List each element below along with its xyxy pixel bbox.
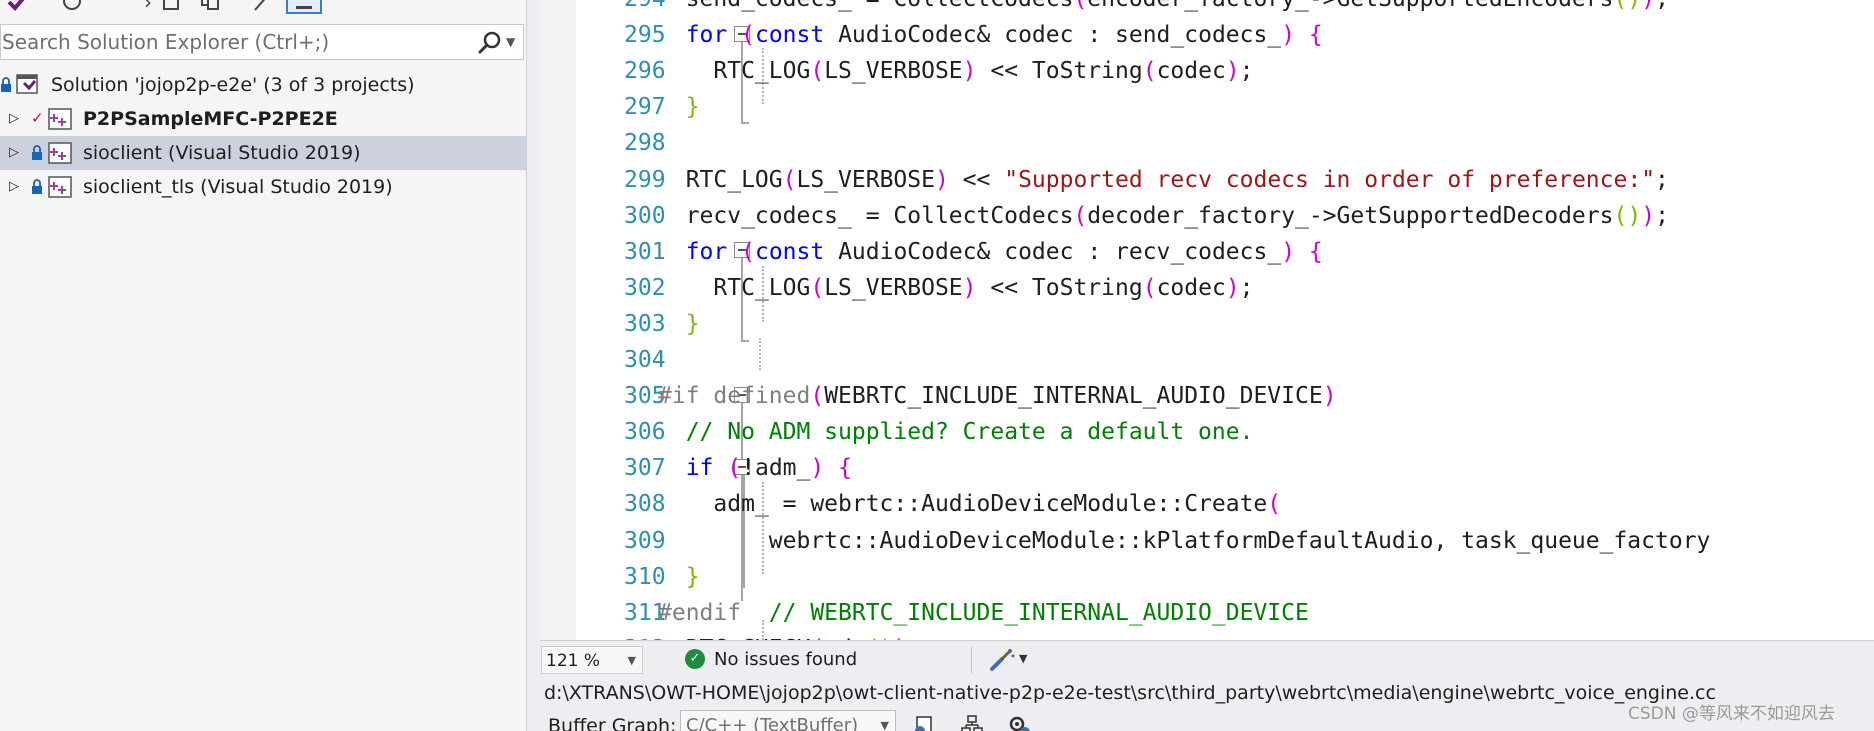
code-text: RTC_LOG(LS_VERBOSE) << ToString(codec);: [658, 274, 1254, 301]
solution-explorer: › ▼: [0, 0, 526, 731]
code-text: webrtc::AudioDeviceModule::kPlatformDefa…: [658, 527, 1711, 554]
code-line[interactable]: 302 RTC_LOG(LS_VERBOSE) << ToString(code…: [540, 275, 1874, 325]
project-icon: [48, 176, 72, 198]
chevron-down-icon: ▼: [880, 719, 889, 731]
arrow-icon[interactable]: ›: [136, 0, 160, 14]
graph-icon[interactable]: [960, 714, 986, 731]
lock-icon: [32, 179, 42, 194]
code-text: for (const AudioCodec& codec : recv_code…: [685, 238, 1323, 265]
tree-item-label: P2PSampleMFC-P2PE2E: [83, 108, 338, 130]
preview-selected-icon[interactable]: [286, 0, 322, 14]
watermark: CSDN @等风来不如迎风去: [1628, 704, 1835, 724]
lock-icon: [32, 145, 42, 160]
success-icon[interactable]: ✓: [685, 649, 705, 669]
search-options-dropdown-icon[interactable]: ▼: [506, 33, 520, 51]
code-text: #if defined(WEBRTC_INCLUDE_INTERNAL_AUDI…: [658, 383, 1337, 410]
code-text: #endif // WEBRTC_INCLUDE_INTERNAL_AUDIO_…: [658, 599, 1309, 626]
code-line[interactable]: 303 }: [540, 311, 1874, 361]
code-line[interactable]: 309 webrtc::AudioDeviceModule::kPlatform…: [540, 528, 1874, 578]
line-number: 298: [624, 130, 666, 157]
tree-item-label: Solution 'jojop2p-e2e' (3 of 3 projects): [51, 74, 415, 96]
code-line[interactable]: 296 RTC_LOG(LS_VERBOSE) << ToString(code…: [540, 58, 1874, 108]
refresh-icon[interactable]: [60, 0, 84, 14]
properties-icon[interactable]: [250, 0, 274, 14]
buffer-graph-label: Buffer Graph:: [548, 715, 677, 731]
expand-arrow-icon[interactable]: ▷: [6, 170, 22, 204]
code-text: send_codecs_ = CollectCodecs(encoder_fac…: [658, 0, 1669, 17]
code-editor[interactable]: 294 send_codecs_ = CollectCodecs(encoder…: [540, 0, 1874, 640]
lock-icon: [1, 77, 11, 92]
tree-item-label: sioclient_tls (Visual Studio 2019): [83, 176, 393, 198]
expand-arrow-icon[interactable]: ▷: [6, 136, 22, 170]
code-text: }: [685, 310, 700, 337]
solution-explorer-toolbar: ›: [0, 0, 526, 20]
tree-item-sioclient-tls[interactable]: ▷ sioclient_tls (Visual Studio 2019): [0, 170, 526, 204]
chevron-down-icon[interactable]: ▼: [1019, 649, 1027, 669]
tree-item-p2psamplemfc[interactable]: ▷ ✓ P2PSampleMFC-P2PE2E: [0, 102, 526, 136]
vs-icon[interactable]: [6, 0, 30, 14]
solution-icon: [16, 74, 38, 94]
code-text: for (const AudioCodec& codec : send_code…: [685, 22, 1323, 49]
zoom-value: 121 %: [546, 651, 601, 671]
buffer-graph-select[interactable]: C/C++ (TextBuffer) ▼: [680, 710, 896, 731]
settings-icon[interactable]: [1006, 714, 1032, 731]
divider: [971, 647, 972, 673]
pane-splitter[interactable]: [526, 0, 540, 731]
code-text: }: [685, 563, 700, 590]
file-path: d:\XTRANS\OWT-HOME\jojop2p\owt-client-na…: [544, 682, 1716, 704]
search-icon[interactable]: [477, 30, 503, 56]
file-icon[interactable]: [912, 714, 938, 731]
code-text: adm_ = webrtc::AudioDeviceModule::Create…: [658, 491, 1282, 518]
issues-status[interactable]: No issues found: [714, 641, 857, 679]
project-icon: [48, 108, 72, 130]
check-icon: ✓: [31, 109, 44, 127]
code-text: // No ADM supplied? Create a default one…: [685, 419, 1254, 446]
code-line[interactable]: 297 }: [540, 94, 1874, 144]
buffer-graph-value: C/C++ (TextBuffer): [686, 715, 859, 731]
code-text: RTC_LOG(LS_VERBOSE) << ToString(codec);: [658, 58, 1254, 85]
brush-icon[interactable]: [988, 647, 1016, 673]
code-text: }: [685, 94, 700, 121]
editor-status-bar: 121 % ▼ ✓ No issues found ▼: [540, 640, 1874, 678]
search-input[interactable]: [1, 25, 471, 59]
tree-item-solution[interactable]: Solution 'jojop2p-e2e' (3 of 3 projects): [0, 68, 526, 102]
tree-item-sioclient[interactable]: ▷ sioclient (Visual Studio 2019): [0, 136, 526, 170]
code-text: RTC_LOG(LS_VERBOSE) << "Supported recv c…: [658, 166, 1669, 193]
chevron-down-icon: ▼: [627, 654, 636, 667]
tree-item-label: sioclient (Visual Studio 2019): [83, 142, 361, 164]
project-icon: [48, 142, 72, 164]
collapse-all-icon[interactable]: [160, 0, 184, 14]
code-text: if (!adm_) {: [685, 455, 852, 482]
line-number: 304: [624, 347, 666, 373]
search-box: ▼: [0, 24, 524, 60]
zoom-select[interactable]: 121 % ▼: [541, 646, 643, 674]
code-text: recv_codecs_ = CollectCodecs(decoder_fac…: [658, 202, 1669, 229]
expand-arrow-icon[interactable]: ▷: [6, 102, 22, 136]
code-text: RTC_CHECK(adm());: [658, 631, 921, 640]
show-all-files-icon[interactable]: [198, 0, 222, 14]
